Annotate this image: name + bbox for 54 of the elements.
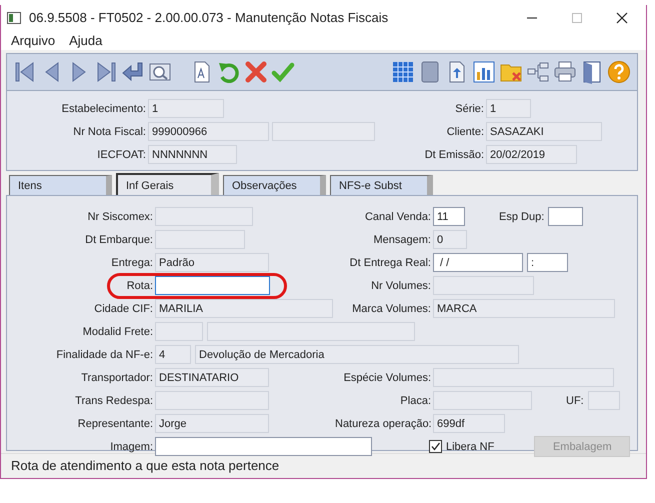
field-label: Placa:	[399, 394, 431, 406]
field-label: Dt Embarque:	[84, 234, 153, 246]
chart-icon[interactable]	[472, 60, 496, 84]
field-label: Marca Volumes:	[351, 302, 431, 314]
field-label: Dt Entrega Real:	[348, 256, 431, 268]
app-icon	[7, 12, 21, 24]
tree-icon[interactable]	[526, 60, 550, 84]
menu-item[interactable]: Arquivo	[11, 32, 56, 48]
field-label: Canal Venda:	[364, 210, 431, 222]
field-label: Imagem:	[109, 440, 153, 452]
check-icon[interactable]	[271, 60, 295, 84]
field-label: Modalid Frete:	[82, 326, 153, 338]
field-label: Esp Dup:	[499, 210, 544, 222]
field-label: Representante:	[76, 418, 153, 430]
tab[interactable]: Observações	[223, 175, 326, 195]
enter-arrow-icon[interactable]	[121, 60, 145, 84]
field-label: Trans Redespa:	[74, 394, 153, 406]
tab[interactable]: Inf Gerais	[116, 173, 219, 195]
checkbox[interactable]	[429, 440, 442, 453]
field-label: Dt Emissão:	[424, 148, 484, 160]
text-field[interactable]: / /	[433, 253, 523, 272]
field-label: Cidade CIF:	[93, 302, 153, 314]
field-label: Nr Siscomex:	[86, 210, 153, 222]
field-label: UF:	[566, 394, 584, 406]
field-label: Entrega:	[110, 256, 153, 268]
text-field[interactable]	[155, 437, 372, 456]
field-label: Estabelecimento:	[60, 102, 146, 114]
text-field[interactable]: 11	[433, 207, 465, 226]
field-label: Cliente:	[446, 126, 484, 138]
printer-icon[interactable]	[553, 60, 577, 84]
tab[interactable]: NFS-e Subst	[330, 175, 433, 195]
field-label: Mensagem:	[372, 234, 431, 246]
status-bar: Rota de atendimento a que esta nota pertence	[1, 453, 646, 478]
field-label: Transportador:	[80, 372, 153, 384]
field-label: Espécie Volumes:	[342, 372, 431, 384]
field-label: Finalidade da NF-e:	[55, 348, 153, 360]
close-icon[interactable]	[616, 12, 628, 24]
field-label: Nr Nota Fiscal:	[72, 126, 146, 138]
field-label: Série:	[454, 102, 484, 114]
help-icon[interactable]	[607, 60, 631, 84]
tab[interactable]: Itens	[9, 175, 112, 195]
window-title: 06.9.5508 - FT0502 - 2.00.00.073 - Manutenção Notas Fiscais	[29, 10, 388, 25]
field-label: Natureza operação:	[335, 418, 431, 430]
text-field[interactable]	[155, 276, 270, 295]
calendar-icon[interactable]	[391, 60, 415, 84]
field-label: Nr Volumes:	[370, 280, 431, 292]
text-field[interactable]: :	[527, 253, 568, 272]
text-field[interactable]	[548, 207, 584, 226]
menu-item[interactable]: Ajuda	[69, 32, 102, 48]
field-label: IECFOAT:	[96, 148, 146, 160]
checkbox-label: Libera NF	[446, 440, 494, 452]
field-label: Rota:	[126, 280, 153, 292]
maximize-icon[interactable]	[571, 12, 583, 24]
cancel-icon[interactable]	[244, 60, 268, 84]
